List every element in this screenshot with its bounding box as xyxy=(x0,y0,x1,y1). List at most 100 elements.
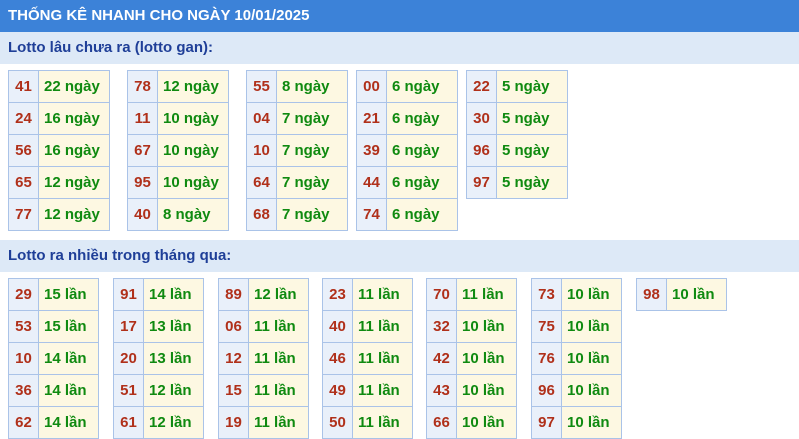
lotto-number: 75 xyxy=(531,310,562,343)
table-row: 42 10 lần xyxy=(426,342,517,375)
lotto-count: 12 ngày xyxy=(38,198,110,231)
table-row: 95 10 ngày xyxy=(127,166,229,199)
lotto-number: 46 xyxy=(322,342,353,375)
table-row: 10 7 ngày xyxy=(246,134,348,167)
table-row: 19 11 lần xyxy=(218,406,309,439)
lotto-count: 6 ngày xyxy=(386,70,458,103)
stat-group: 23 11 lần 40 11 lần 46 11 lần 49 11 lần 50 11 lần xyxy=(322,278,413,439)
lotto-count: 10 lần xyxy=(456,374,517,407)
lotto-count: 11 lần xyxy=(248,342,309,375)
lotto-number: 23 xyxy=(322,278,353,311)
lotto-number: 36 xyxy=(8,374,39,407)
lotto-count: 14 lần xyxy=(38,406,99,439)
lotto-count: 16 ngày xyxy=(38,134,110,167)
lotto-count: 11 lần xyxy=(456,278,517,311)
table-row: 11 10 ngày xyxy=(127,102,229,135)
lotto-number: 66 xyxy=(426,406,457,439)
lotto-number: 77 xyxy=(8,198,39,231)
lotto-number: 20 xyxy=(113,342,144,375)
lotto-count: 11 lần xyxy=(352,374,413,407)
lotto-number: 40 xyxy=(127,198,158,231)
lotto-number: 76 xyxy=(531,342,562,375)
lotto-number: 62 xyxy=(8,406,39,439)
table-row: 51 12 lần xyxy=(113,374,204,407)
lotto-count: 10 lần xyxy=(561,278,622,311)
lotto-count: 11 lần xyxy=(248,310,309,343)
table-row: 73 10 lần xyxy=(531,278,622,311)
lotto-count: 5 ngày xyxy=(496,70,568,103)
lotto-number: 15 xyxy=(218,374,249,407)
lotto-number: 22 xyxy=(466,70,497,103)
table-row: 36 14 lần xyxy=(8,374,99,407)
lotto-number: 65 xyxy=(8,166,39,199)
lotto-count: 11 lần xyxy=(352,310,413,343)
lotto-count: 12 ngày xyxy=(157,70,229,103)
table-row: 41 22 ngày xyxy=(8,70,110,103)
lotto-count: 11 lần xyxy=(352,406,413,439)
lotto-count: 22 ngày xyxy=(38,70,110,103)
lotto-count: 10 lần xyxy=(561,342,622,375)
stat-group: 73 10 lần 75 10 lần 76 10 lần 96 10 lần 97 10 lần xyxy=(531,278,622,439)
table-row: 46 11 lần xyxy=(322,342,413,375)
lotto-number: 51 xyxy=(113,374,144,407)
lotto-number: 89 xyxy=(218,278,249,311)
lotto-number: 61 xyxy=(113,406,144,439)
lotto-number: 95 xyxy=(127,166,158,199)
lotto-number: 41 xyxy=(8,70,39,103)
table-row: 04 7 ngày xyxy=(246,102,348,135)
stat-group: 98 10 lần xyxy=(636,278,727,311)
lotto-count: 6 ngày xyxy=(386,198,458,231)
lotto-count: 6 ngày xyxy=(386,166,458,199)
stat-group: 22 5 ngày 30 5 ngày 96 5 ngày 97 5 ngày xyxy=(466,70,568,199)
table-row: 06 11 lần xyxy=(218,310,309,343)
lotto-count: 10 lần xyxy=(456,310,517,343)
stat-group: 55 8 ngày 04 7 ngày 10 7 ngày 64 7 ngày 68 7 ngày xyxy=(246,70,348,231)
table-row: 21 6 ngày xyxy=(356,102,458,135)
lotto-number: 19 xyxy=(218,406,249,439)
lotto-count: 7 ngày xyxy=(276,198,348,231)
table-row: 97 5 ngày xyxy=(466,166,568,199)
table-row: 77 12 ngày xyxy=(8,198,110,231)
lotto-count: 7 ngày xyxy=(276,102,348,135)
stat-group: 70 11 lần 32 10 lần 42 10 lần 43 10 lần 66 10 lần xyxy=(426,278,517,439)
lotto-number: 40 xyxy=(322,310,353,343)
lotto-number: 97 xyxy=(466,166,497,199)
table-row: 56 16 ngày xyxy=(8,134,110,167)
table-row: 17 13 lần xyxy=(113,310,204,343)
lotto-number: 56 xyxy=(8,134,39,167)
table-row: 22 5 ngày xyxy=(466,70,568,103)
lotto-count: 10 lần xyxy=(456,342,517,375)
table-row: 10 14 lần xyxy=(8,342,99,375)
stat-group: 89 12 lần 06 11 lần 12 11 lần 15 11 lần 19 11 lần xyxy=(218,278,309,439)
lotto-count: 11 lần xyxy=(248,406,309,439)
lotto-count: 14 lần xyxy=(38,374,99,407)
lotto-number: 10 xyxy=(246,134,277,167)
lotto-count: 6 ngày xyxy=(386,102,458,135)
table-row: 40 8 ngày xyxy=(127,198,229,231)
lotto-count: 8 ngày xyxy=(157,198,229,231)
lotto-number: 11 xyxy=(127,102,158,135)
lotto-count: 16 ngày xyxy=(38,102,110,135)
stat-group: 41 22 ngày 24 16 ngày 56 16 ngày 65 12 ngày 77 12… xyxy=(8,70,110,231)
stat-group: 78 12 ngày 11 10 ngày 67 10 ngày 95 10 ngày 40 8 … xyxy=(127,70,229,231)
table-row: 96 10 lần xyxy=(531,374,622,407)
lotto-number: 74 xyxy=(356,198,387,231)
lotto-number: 73 xyxy=(531,278,562,311)
lotto-number: 70 xyxy=(426,278,457,311)
lotto-number: 98 xyxy=(636,278,667,311)
lotto-count: 10 ngày xyxy=(157,102,229,135)
lotto-number: 91 xyxy=(113,278,144,311)
lotto-count: 11 lần xyxy=(352,342,413,375)
lotto-count: 8 ngày xyxy=(276,70,348,103)
page-title: THỐNG KÊ NHANH CHO NGÀY 10/01/2025 xyxy=(0,0,799,32)
lotto-number: 10 xyxy=(8,342,39,375)
table-row: 53 15 lần xyxy=(8,310,99,343)
table-row: 91 14 lần xyxy=(113,278,204,311)
table-row: 97 10 lần xyxy=(531,406,622,439)
table-row: 00 6 ngày xyxy=(356,70,458,103)
table-row: 65 12 ngày xyxy=(8,166,110,199)
table-row: 32 10 lần xyxy=(426,310,517,343)
table-row: 96 5 ngày xyxy=(466,134,568,167)
lotto-number: 12 xyxy=(218,342,249,375)
lotto-count: 15 lần xyxy=(38,310,99,343)
